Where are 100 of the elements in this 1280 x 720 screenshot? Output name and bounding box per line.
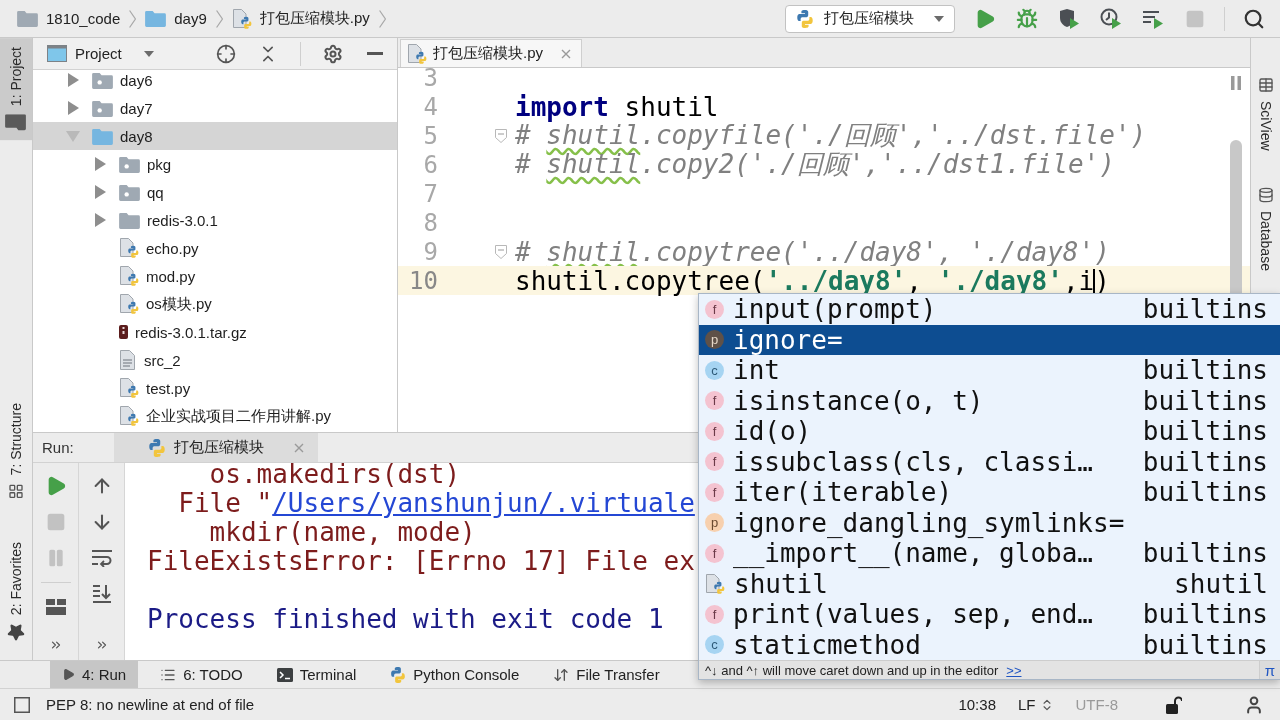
- parameter-icon: p: [705, 330, 724, 350]
- tree-item[interactable]: echo.py: [33, 234, 397, 262]
- minus-icon: [367, 52, 383, 55]
- python-logo-icon: [147, 438, 166, 457]
- function-icon: f: [705, 543, 724, 563]
- line-number: 3: [422, 68, 438, 92]
- breadcrumb-item[interactable]: 1810_code: [14, 10, 124, 27]
- up-down-arrows-icon: [553, 666, 570, 683]
- tool-window-button[interactable]: File Transfer: [541, 661, 672, 688]
- tree-item[interactable]: src_2: [33, 346, 397, 374]
- caret-down-icon: [934, 15, 944, 22]
- tree-item[interactable]: test.py: [33, 374, 397, 402]
- tool-window-tab[interactable]: 1: Project: [0, 38, 32, 141]
- tool-window-tab[interactable]: 2: Favorites: [0, 532, 32, 650]
- tool-window-button[interactable]: Python Console: [378, 661, 532, 688]
- file-link[interactable]: /Users/yanshunjun/.virtuale: [272, 487, 695, 518]
- package-folder-icon: [92, 99, 113, 117]
- crosshair-icon: [216, 43, 236, 64]
- line-number: 4: [422, 92, 438, 121]
- scroll-to-end-icon: [91, 584, 112, 604]
- parameter-icon: p: [705, 513, 724, 533]
- stop-icon: [1185, 8, 1205, 29]
- layout-icon: [45, 599, 66, 615]
- lines-play-icon: [1142, 8, 1164, 29]
- line-number: 9: [422, 237, 438, 266]
- console-line: FileExistsError: [Errno 17] File ex: [147, 545, 695, 576]
- tree-item[interactable]: day7: [33, 94, 397, 122]
- pi-button[interactable]: π: [1258, 661, 1280, 679]
- line-number: 5: [422, 121, 438, 150]
- completion-item[interactable]: c int builtins: [699, 355, 1280, 386]
- line-number: 6: [422, 150, 438, 179]
- package-folder-icon: [119, 183, 140, 201]
- console-line: Process finished with exit code 1: [147, 603, 664, 634]
- window-icon: [47, 45, 67, 62]
- completion-item[interactable]: p ignore=: [699, 324, 1280, 355]
- completion-item[interactable]: shutil shutil: [699, 568, 1280, 599]
- square-icon: [14, 696, 30, 713]
- status-dropdown[interactable]: LF: [1018, 696, 1054, 713]
- completion-item[interactable]: c staticmethod builtins: [699, 629, 1280, 660]
- completion-item[interactable]: p ignore_dangling_symlinks=: [699, 507, 1280, 538]
- editor-tab[interactable]: 打包压缩模块.py: [400, 39, 582, 67]
- completion-item[interactable]: f print(values, sep, end… builtins: [699, 599, 1280, 630]
- python-file-icon: [231, 8, 252, 29]
- python-file-icon: [705, 573, 725, 594]
- text-file-icon: [119, 350, 137, 370]
- tree-item[interactable]: 企业实战项目二作用讲解.py: [33, 402, 397, 430]
- function-icon: f: [705, 299, 724, 319]
- project-view-dropdown[interactable]: Project: [47, 45, 154, 62]
- function-icon: f: [705, 482, 724, 502]
- line-number: 8: [422, 208, 438, 237]
- completion-item[interactable]: f id(o) builtins: [699, 416, 1280, 447]
- python-file-icon: [119, 238, 139, 258]
- tool-window-tab[interactable]: Database: [1251, 177, 1280, 280]
- tree-item[interactable]: day6: [33, 66, 397, 94]
- completion-item[interactable]: f iter(iterable) builtins: [699, 477, 1280, 508]
- star-icon: [7, 623, 25, 641]
- close-icon: [293, 442, 304, 453]
- python-file-icon: [119, 406, 139, 426]
- clock-play-icon: [1100, 7, 1122, 30]
- completion-item[interactable]: f isinstance(o, t) builtins: [699, 385, 1280, 416]
- completion-item[interactable]: f __import__(name, globa… builtins: [699, 538, 1280, 569]
- archive-icon: [119, 325, 128, 339]
- tool-window-tab[interactable]: 7: Structure: [0, 394, 32, 509]
- bug-icon: [1016, 7, 1038, 30]
- run-configuration-dropdown[interactable]: 打包压缩模块: [785, 4, 955, 33]
- line-number: 7: [422, 179, 438, 208]
- tool-window-button[interactable]: 6: TODO: [148, 661, 255, 688]
- run-panel-label: Run:: [42, 439, 74, 456]
- play-icon: [62, 668, 75, 681]
- status-text[interactable]: 10:38: [958, 696, 996, 713]
- person-icon: [1244, 694, 1264, 715]
- tool-window-tab[interactable]: SciView: [1251, 68, 1280, 160]
- completion-item[interactable]: f input(prompt) builtins: [699, 294, 1280, 325]
- chevron-right-icon: [129, 9, 137, 28]
- tool-window-button[interactable]: 4: Run: [50, 661, 139, 688]
- package-folder-icon: [119, 155, 140, 173]
- hint-link[interactable]: >>: [1006, 662, 1022, 678]
- settings-icon: [323, 43, 343, 64]
- python-file-icon: [119, 294, 139, 314]
- tree-item[interactable]: pkg: [33, 150, 397, 178]
- function-icon: f: [705, 421, 724, 441]
- terminal-icon: [276, 667, 293, 682]
- tree-item[interactable]: os模块.py: [33, 290, 397, 318]
- padlock-icon: [1166, 695, 1182, 714]
- console-line: File ": [178, 487, 273, 518]
- function-icon: f: [705, 604, 724, 624]
- line-number: 10: [408, 266, 438, 295]
- tree-item[interactable]: day8: [33, 122, 397, 150]
- tree-item[interactable]: redis-3.0.1: [33, 206, 397, 234]
- shield-play-icon: [1058, 7, 1080, 30]
- breadcrumb-item[interactable]: 打包压缩模块.py: [228, 8, 373, 29]
- tree-item[interactable]: redis-3.0.1.tar.gz: [33, 318, 397, 346]
- folder-icon: [92, 127, 113, 145]
- run-tab[interactable]: 打包压缩模块: [113, 433, 318, 462]
- tool-window-button[interactable]: Terminal: [264, 661, 369, 688]
- breadcrumb-item[interactable]: day9: [142, 10, 210, 27]
- completion-item[interactable]: f issubclass(cls, classi… builtins: [699, 446, 1280, 477]
- tree-item[interactable]: mod.py: [33, 262, 397, 290]
- python-file-icon: [119, 378, 139, 398]
- tree-item[interactable]: qq: [33, 178, 397, 206]
